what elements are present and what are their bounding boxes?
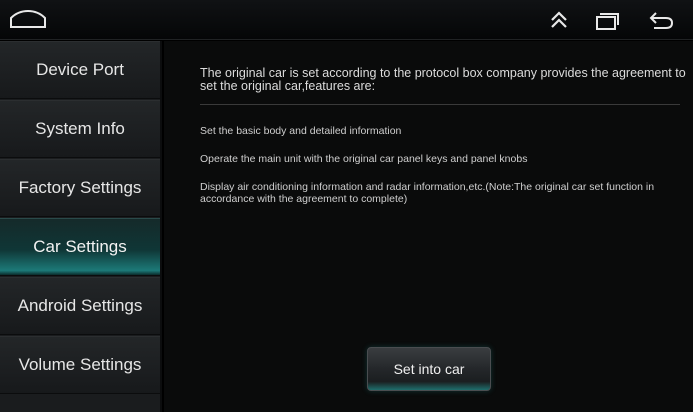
sidebar-item-label: Android Settings [17,296,143,315]
button-label: Set into car [393,361,465,377]
status-bar [0,0,693,40]
chevrons-up-icon[interactable] [547,8,571,32]
divider [200,104,680,105]
sidebar-item-label: Device Port [36,60,124,79]
sidebar-item-label: System Info [35,119,125,138]
set-into-car-button[interactable]: Set into car [367,347,491,391]
feature-text: Operate the main unit with the original … [200,153,528,165]
feature-text: Display air conditioning information and… [200,181,655,205]
home-icon[interactable] [8,8,48,32]
sidebar-item-system-info[interactable]: System Info [0,100,160,158]
sidebar-item-volume-settings[interactable]: Volume Settings [0,336,160,394]
settings-sidebar: Device Port System Info Factory Settings… [0,41,162,412]
feature-text: Set the basic body and detailed informat… [200,125,402,137]
car-settings-panel: The original car is set according to the… [164,41,693,412]
back-arrow-icon[interactable] [646,9,676,33]
sidebar-item-factory-settings[interactable]: Factory Settings [0,159,160,217]
intro-text: The original car is set according to the… [200,66,686,93]
sidebar-item-label: Volume Settings [18,355,142,374]
sidebar-item-label: Factory Settings [18,178,142,197]
sidebar-item-device-port[interactable]: Device Port [0,41,160,99]
sidebar-item-label: Car Settings [33,237,127,256]
recent-apps-icon[interactable] [594,9,620,33]
sidebar-item-android-settings[interactable]: Android Settings [0,277,160,335]
sidebar-item-car-settings[interactable]: Car Settings [0,218,160,276]
